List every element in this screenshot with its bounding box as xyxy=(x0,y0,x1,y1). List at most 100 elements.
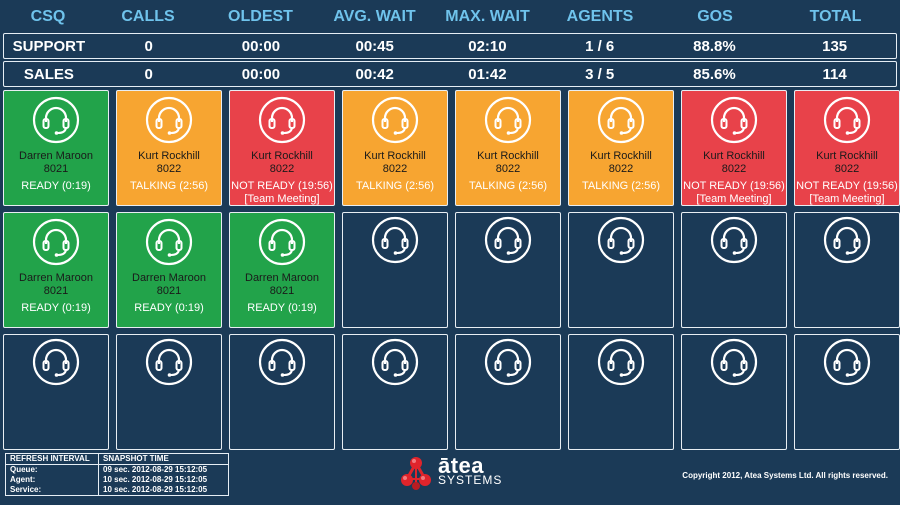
agent-extension: 8022 xyxy=(156,163,182,175)
refresh-label-agent: Agent: xyxy=(10,475,36,484)
col-header-agents: AGENTS xyxy=(566,8,634,25)
stats-row-sales: SALES 0 00:00 00:42 01:42 3 / 5 85.6% 11… xyxy=(3,61,897,87)
cell-max-wait: 01:42 xyxy=(468,65,507,83)
agent-tile-empty xyxy=(794,334,900,450)
agent-tile-empty xyxy=(342,212,448,328)
agent-tile-empty xyxy=(116,334,222,450)
agent-name: Kurt Rockhill xyxy=(477,150,539,162)
refresh-interval-header: REFRESH INTERVAL xyxy=(5,453,99,465)
cell-csq: SUPPORT xyxy=(12,37,86,55)
agent-tile: Kurt Rockhill 8022 TALKING (2:56) xyxy=(116,90,222,206)
agent-name: Kurt Rockhill xyxy=(703,150,765,162)
agent-state: TALKING (2:56) xyxy=(581,180,661,192)
stats-row-support: SUPPORT 0 00:00 00:45 02:10 1 / 6 88.8% … xyxy=(3,33,897,59)
agent-extension: 8022 xyxy=(608,163,634,175)
col-header-total: TOTAL xyxy=(809,8,862,25)
agent-note: [Team Meeting] xyxy=(809,193,885,205)
agent-tile: Kurt Rockhill 8022 TALKING (2:56) xyxy=(342,90,448,206)
agent-extension: 8021 xyxy=(269,285,295,297)
headset-icon xyxy=(370,337,420,387)
copyright-notice: Copyright 2012, Atea Systems Ltd. All ri… xyxy=(682,471,888,480)
agent-extension: 8022 xyxy=(269,163,295,175)
agent-state: READY (0:19) xyxy=(134,302,204,314)
agent-state: TALKING (2:56) xyxy=(129,180,209,192)
cell-agents: 1 / 6 xyxy=(585,37,615,55)
agent-tile-empty xyxy=(342,334,448,450)
agent-tile: Kurt Rockhill 8022 NOT READY (19:56) [Team … xyxy=(794,90,900,206)
cell-agents: 3 / 5 xyxy=(585,65,615,83)
agent-tile: Darren Maroon 8021 READY (0:19) xyxy=(3,212,109,328)
agent-tile: Kurt Rockhill 8022 NOT READY (19:56) [Team … xyxy=(229,90,335,206)
agent-note: [Team Meeting] xyxy=(696,193,772,205)
headset-icon xyxy=(709,337,759,387)
headset-icon xyxy=(596,95,646,145)
col-header-csq: CSQ xyxy=(30,8,66,25)
headset-icon xyxy=(31,217,81,267)
headset-icon xyxy=(483,215,533,265)
agent-state: READY (0:19) xyxy=(21,180,91,192)
agent-name: Kurt Rockhill xyxy=(364,150,426,162)
agent-extension: 8022 xyxy=(834,163,860,175)
agent-tile-empty xyxy=(681,334,787,450)
cell-max-wait: 02:10 xyxy=(468,37,507,55)
agent-extension: 8021 xyxy=(43,163,69,175)
agent-state: TALKING (2:56) xyxy=(355,180,435,192)
col-header-oldest: OLDEST xyxy=(228,8,293,25)
refresh-value-service: 10 sec. 2012-08-29 15:12:05 xyxy=(98,485,229,496)
agent-tile: Darren Maroon 8021 READY (0:19) xyxy=(3,90,109,206)
agent-state: NOT READY (19:56) xyxy=(231,180,333,192)
cell-calls: 0 xyxy=(144,65,153,83)
agent-tile-empty xyxy=(794,212,900,328)
refresh-value-agent: 10 sec. 2012-08-29 15:12:05 xyxy=(98,475,229,485)
cell-total: 114 xyxy=(822,65,847,83)
cell-total: 135 xyxy=(822,37,848,55)
headset-icon xyxy=(144,337,194,387)
agent-name: Kurt Rockhill xyxy=(816,150,878,162)
agent-extension: 8022 xyxy=(721,163,747,175)
headset-icon xyxy=(370,215,420,265)
atea-molecule-logo-icon xyxy=(401,457,431,490)
headset-icon xyxy=(370,95,420,145)
agent-state: NOT READY (19:56) xyxy=(796,180,898,192)
agent-state: READY (0:19) xyxy=(21,302,91,314)
headset-icon xyxy=(31,95,81,145)
headset-icon xyxy=(596,215,646,265)
atea-logo: ātea SYSTEMS xyxy=(400,455,502,491)
agent-state: NOT READY (19:56) xyxy=(683,180,785,192)
agent-tile-empty xyxy=(568,334,674,450)
headset-icon xyxy=(822,337,872,387)
agent-name: Darren Maroon xyxy=(19,272,93,284)
col-header-gos: GOS xyxy=(697,8,733,25)
agent-extension: 8022 xyxy=(495,163,521,175)
agent-note: [Team Meeting] xyxy=(244,193,320,205)
headset-icon xyxy=(822,215,872,265)
cell-avg-wait: 00:42 xyxy=(355,65,394,83)
logo-subtitle: SYSTEMS xyxy=(438,473,503,487)
agent-state: TALKING (2:56) xyxy=(468,180,548,192)
agent-name: Darren Maroon xyxy=(132,272,206,284)
agent-tile: Darren Maroon 8021 READY (0:19) xyxy=(229,212,335,328)
agent-extension: 8021 xyxy=(156,285,182,297)
cell-gos: 85.6% xyxy=(693,65,736,83)
headset-icon xyxy=(257,337,307,387)
agent-name: Kurt Rockhill xyxy=(590,150,652,162)
agent-tile: Kurt Rockhill 8022 TALKING (2:56) xyxy=(568,90,674,206)
agent-tile-empty xyxy=(3,334,109,450)
agent-tile: Kurt Rockhill 8022 TALKING (2:56) xyxy=(455,90,561,206)
agent-name: Darren Maroon xyxy=(245,272,319,284)
agent-tile-empty xyxy=(455,212,561,328)
agent-tile-empty xyxy=(568,212,674,328)
cell-oldest: 00:00 xyxy=(241,37,281,55)
headset-icon xyxy=(144,217,194,267)
col-header-avg-wait: AVG. WAIT xyxy=(333,8,416,25)
agent-name: Kurt Rockhill xyxy=(251,150,313,162)
agent-tile-empty xyxy=(681,212,787,328)
refresh-value-queue: 09 sec. 2012-08-29 15:12:05 xyxy=(98,464,229,475)
agent-tile: Kurt Rockhill 8022 NOT READY (19:56) [Team … xyxy=(681,90,787,206)
agent-tile: Darren Maroon 8021 READY (0:19) xyxy=(116,212,222,328)
col-header-max-wait: MAX. WAIT xyxy=(445,8,530,25)
queue-stats-table: CSQ CALLS OLDEST AVG. WAIT MAX. WAIT AGE… xyxy=(3,3,897,87)
stats-header-row: CSQ CALLS OLDEST AVG. WAIT MAX. WAIT AGE… xyxy=(3,3,897,31)
refresh-label-service: Service: xyxy=(10,485,42,494)
headset-icon xyxy=(596,337,646,387)
